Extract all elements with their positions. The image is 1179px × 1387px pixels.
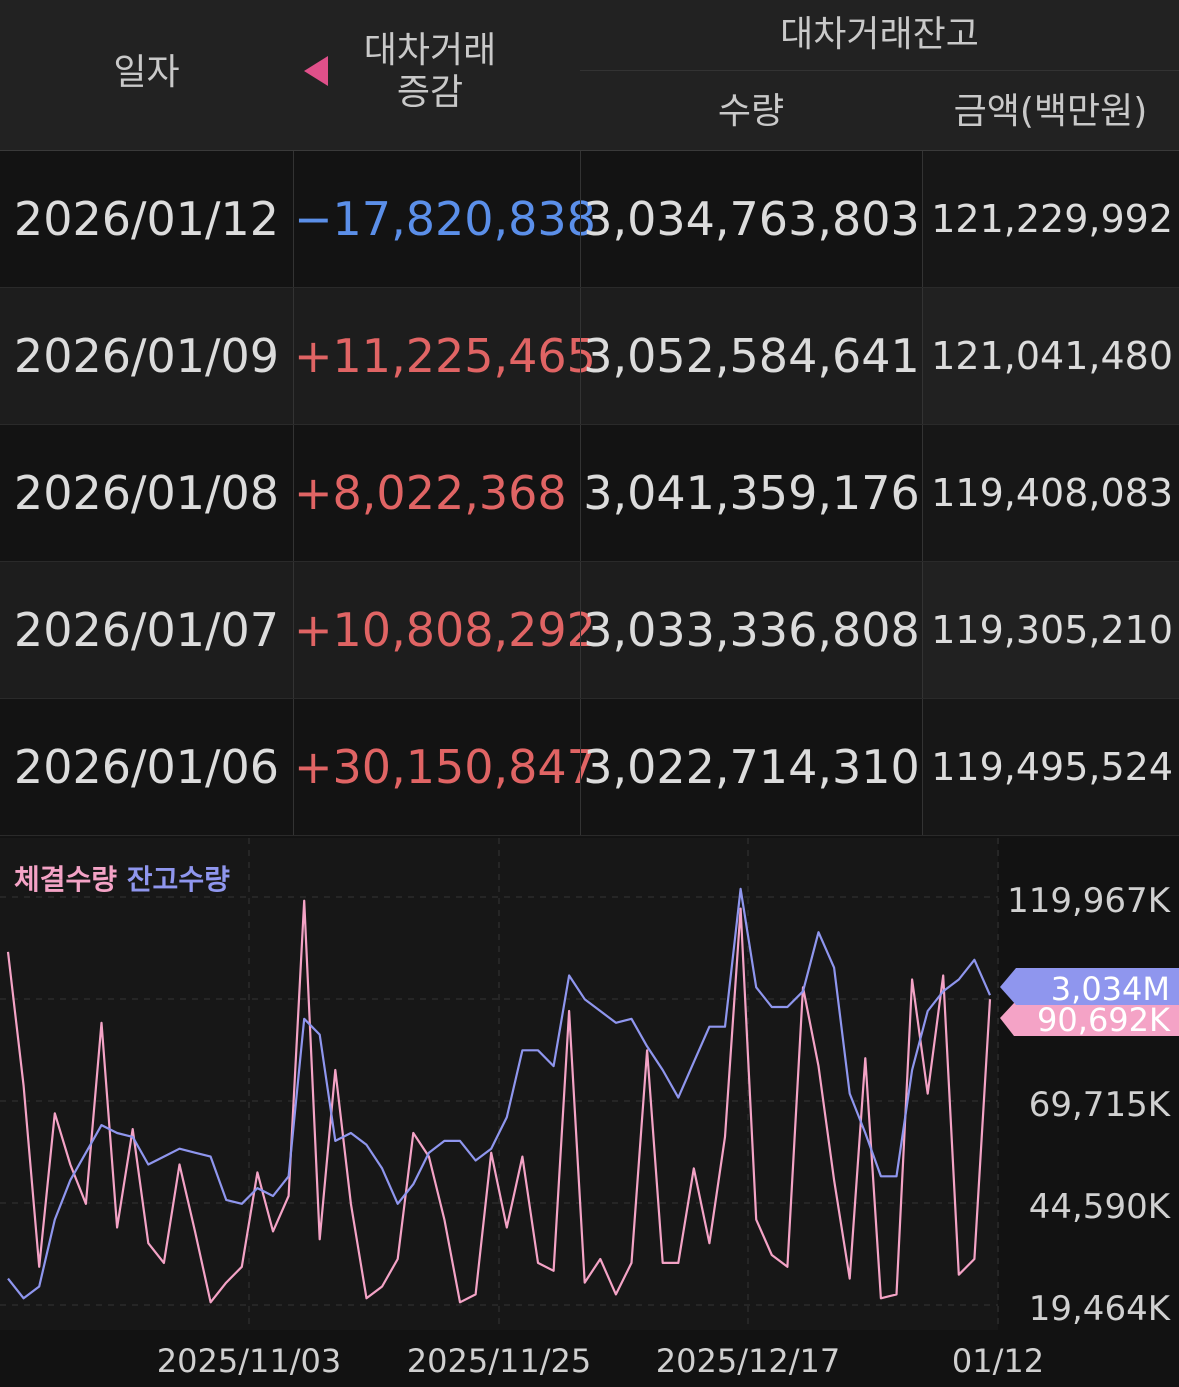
line-chart[interactable]: 119,967K69,715K44,590K19,464K90,692K3,03…	[0, 0, 1179, 1387]
y-tick-label: 69,715K	[1029, 1085, 1172, 1125]
x-tick-label: 01/12	[952, 1342, 1044, 1380]
x-tick-label: 2025/11/25	[407, 1342, 591, 1380]
x-tick-label: 2025/12/17	[656, 1342, 840, 1380]
legend-executed: 체결수량	[14, 863, 118, 896]
y-tick-label: 19,464K	[1029, 1289, 1172, 1329]
x-tick-label: 2025/11/03	[157, 1342, 341, 1380]
balance-marker-label: 3,034M	[1051, 970, 1170, 1008]
y-tick-label: 119,967K	[1007, 881, 1172, 921]
chart-legend: 체결수량 잔고수량	[14, 858, 230, 898]
legend-balance: 잔고수량	[126, 863, 230, 896]
y-tick-label: 44,590K	[1029, 1187, 1172, 1227]
